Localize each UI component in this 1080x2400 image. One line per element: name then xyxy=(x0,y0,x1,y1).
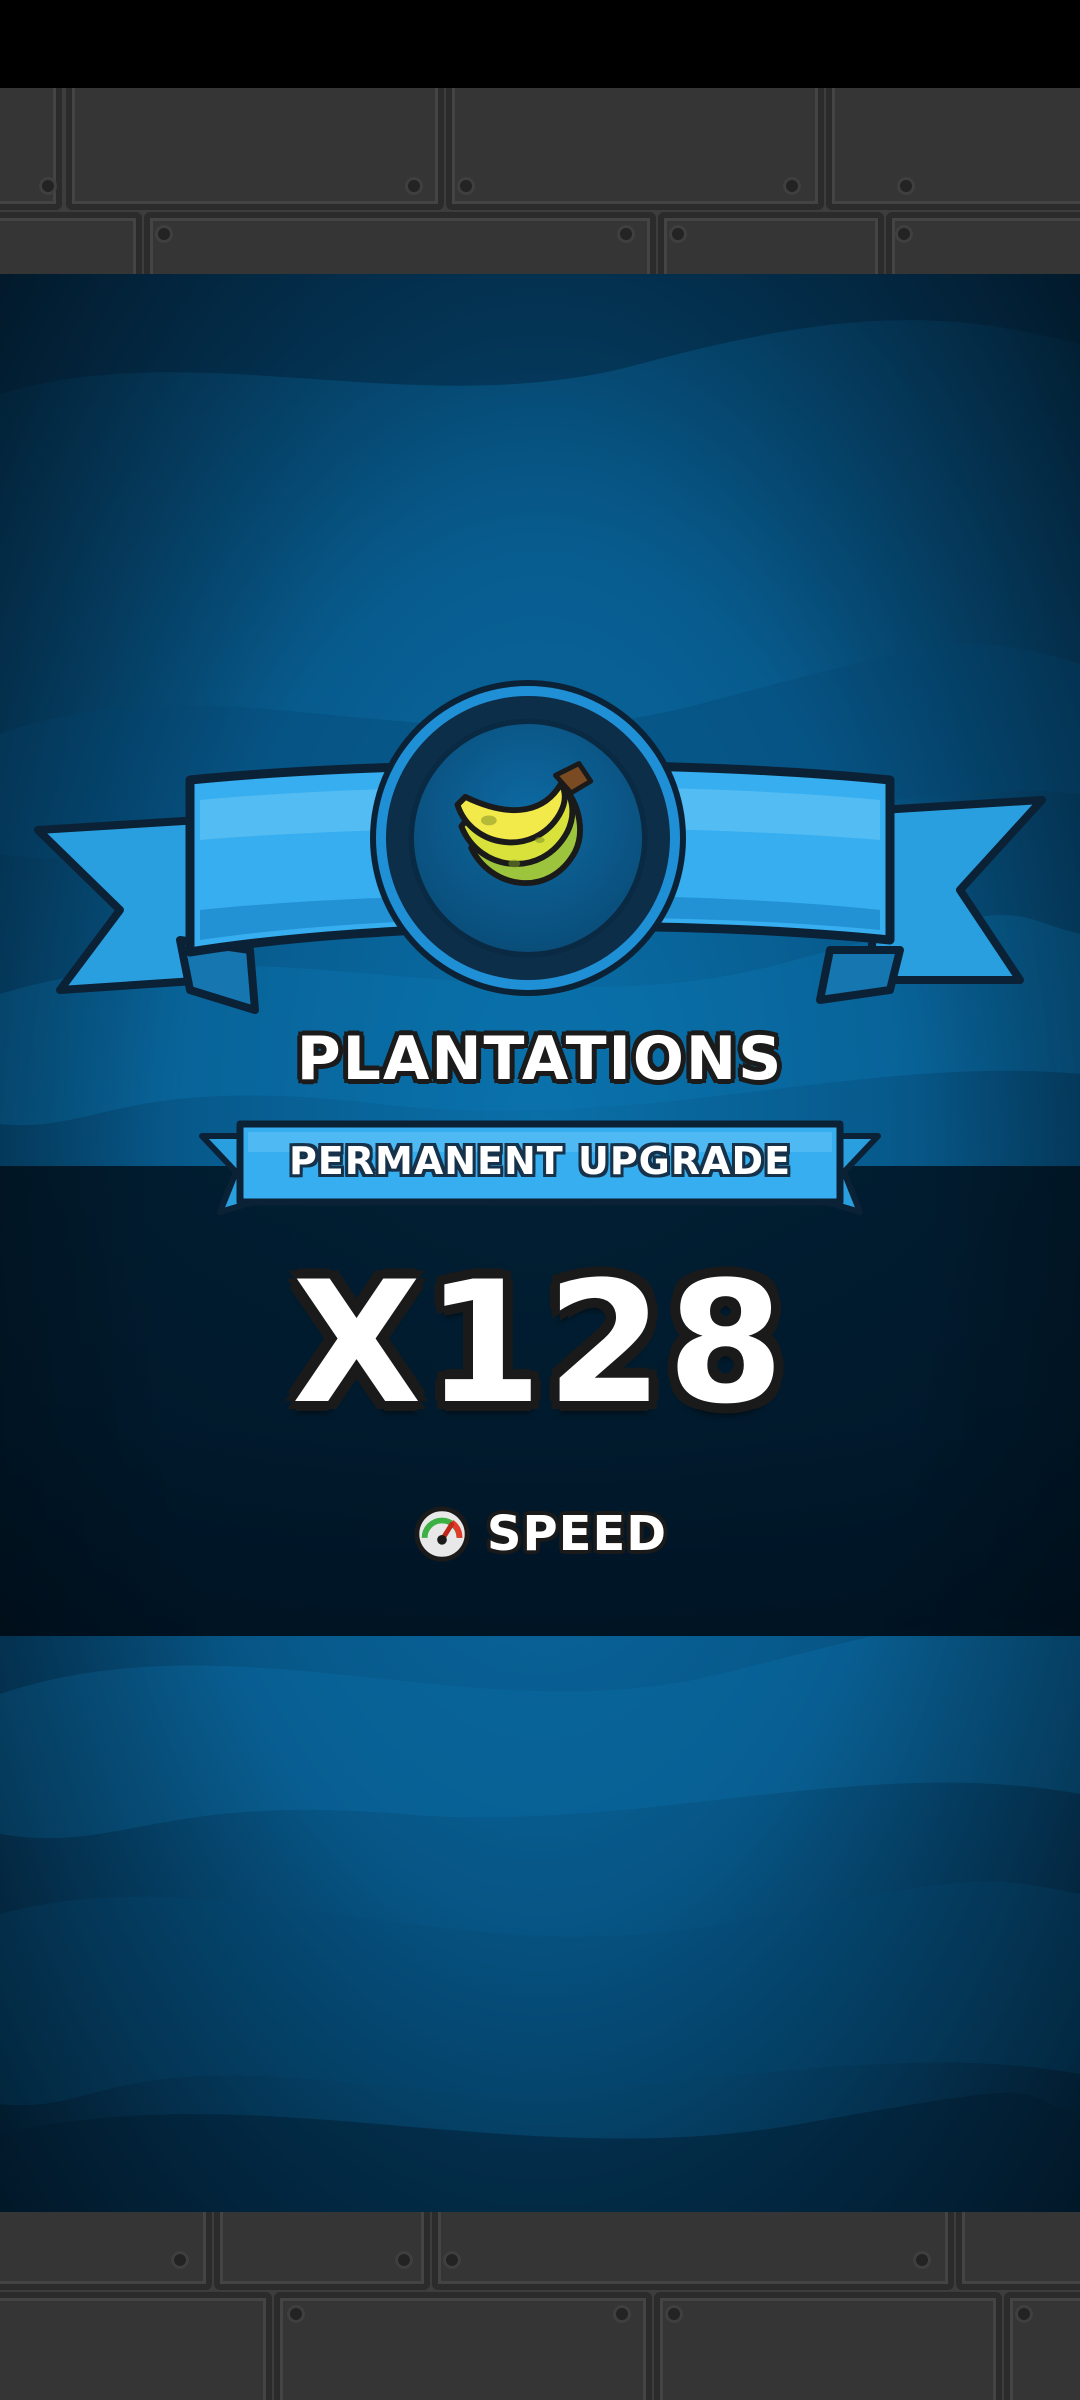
upgrade-title: PLANTATIONS xyxy=(296,1024,784,1094)
upgrade-reward-screen[interactable]: PLANTATIONS PERMANENT UPGRADE X128 SPEED xyxy=(0,0,1080,2400)
status-bar xyxy=(0,0,1080,88)
reward-panel xyxy=(0,274,1080,2212)
upgrade-badge xyxy=(386,696,670,980)
speedometer-icon xyxy=(414,1506,470,1562)
stat-label: SPEED xyxy=(486,1506,668,1562)
upgrade-subtitle: PERMANENT UPGRADE xyxy=(288,1139,792,1183)
stat-row: SPEED xyxy=(0,1502,1080,1566)
upgrade-multiplier: X128 xyxy=(291,1245,789,1441)
banana-icon xyxy=(454,761,594,887)
bottom-wall-decoration xyxy=(0,2212,1080,2400)
top-wall-decoration xyxy=(0,88,1080,274)
